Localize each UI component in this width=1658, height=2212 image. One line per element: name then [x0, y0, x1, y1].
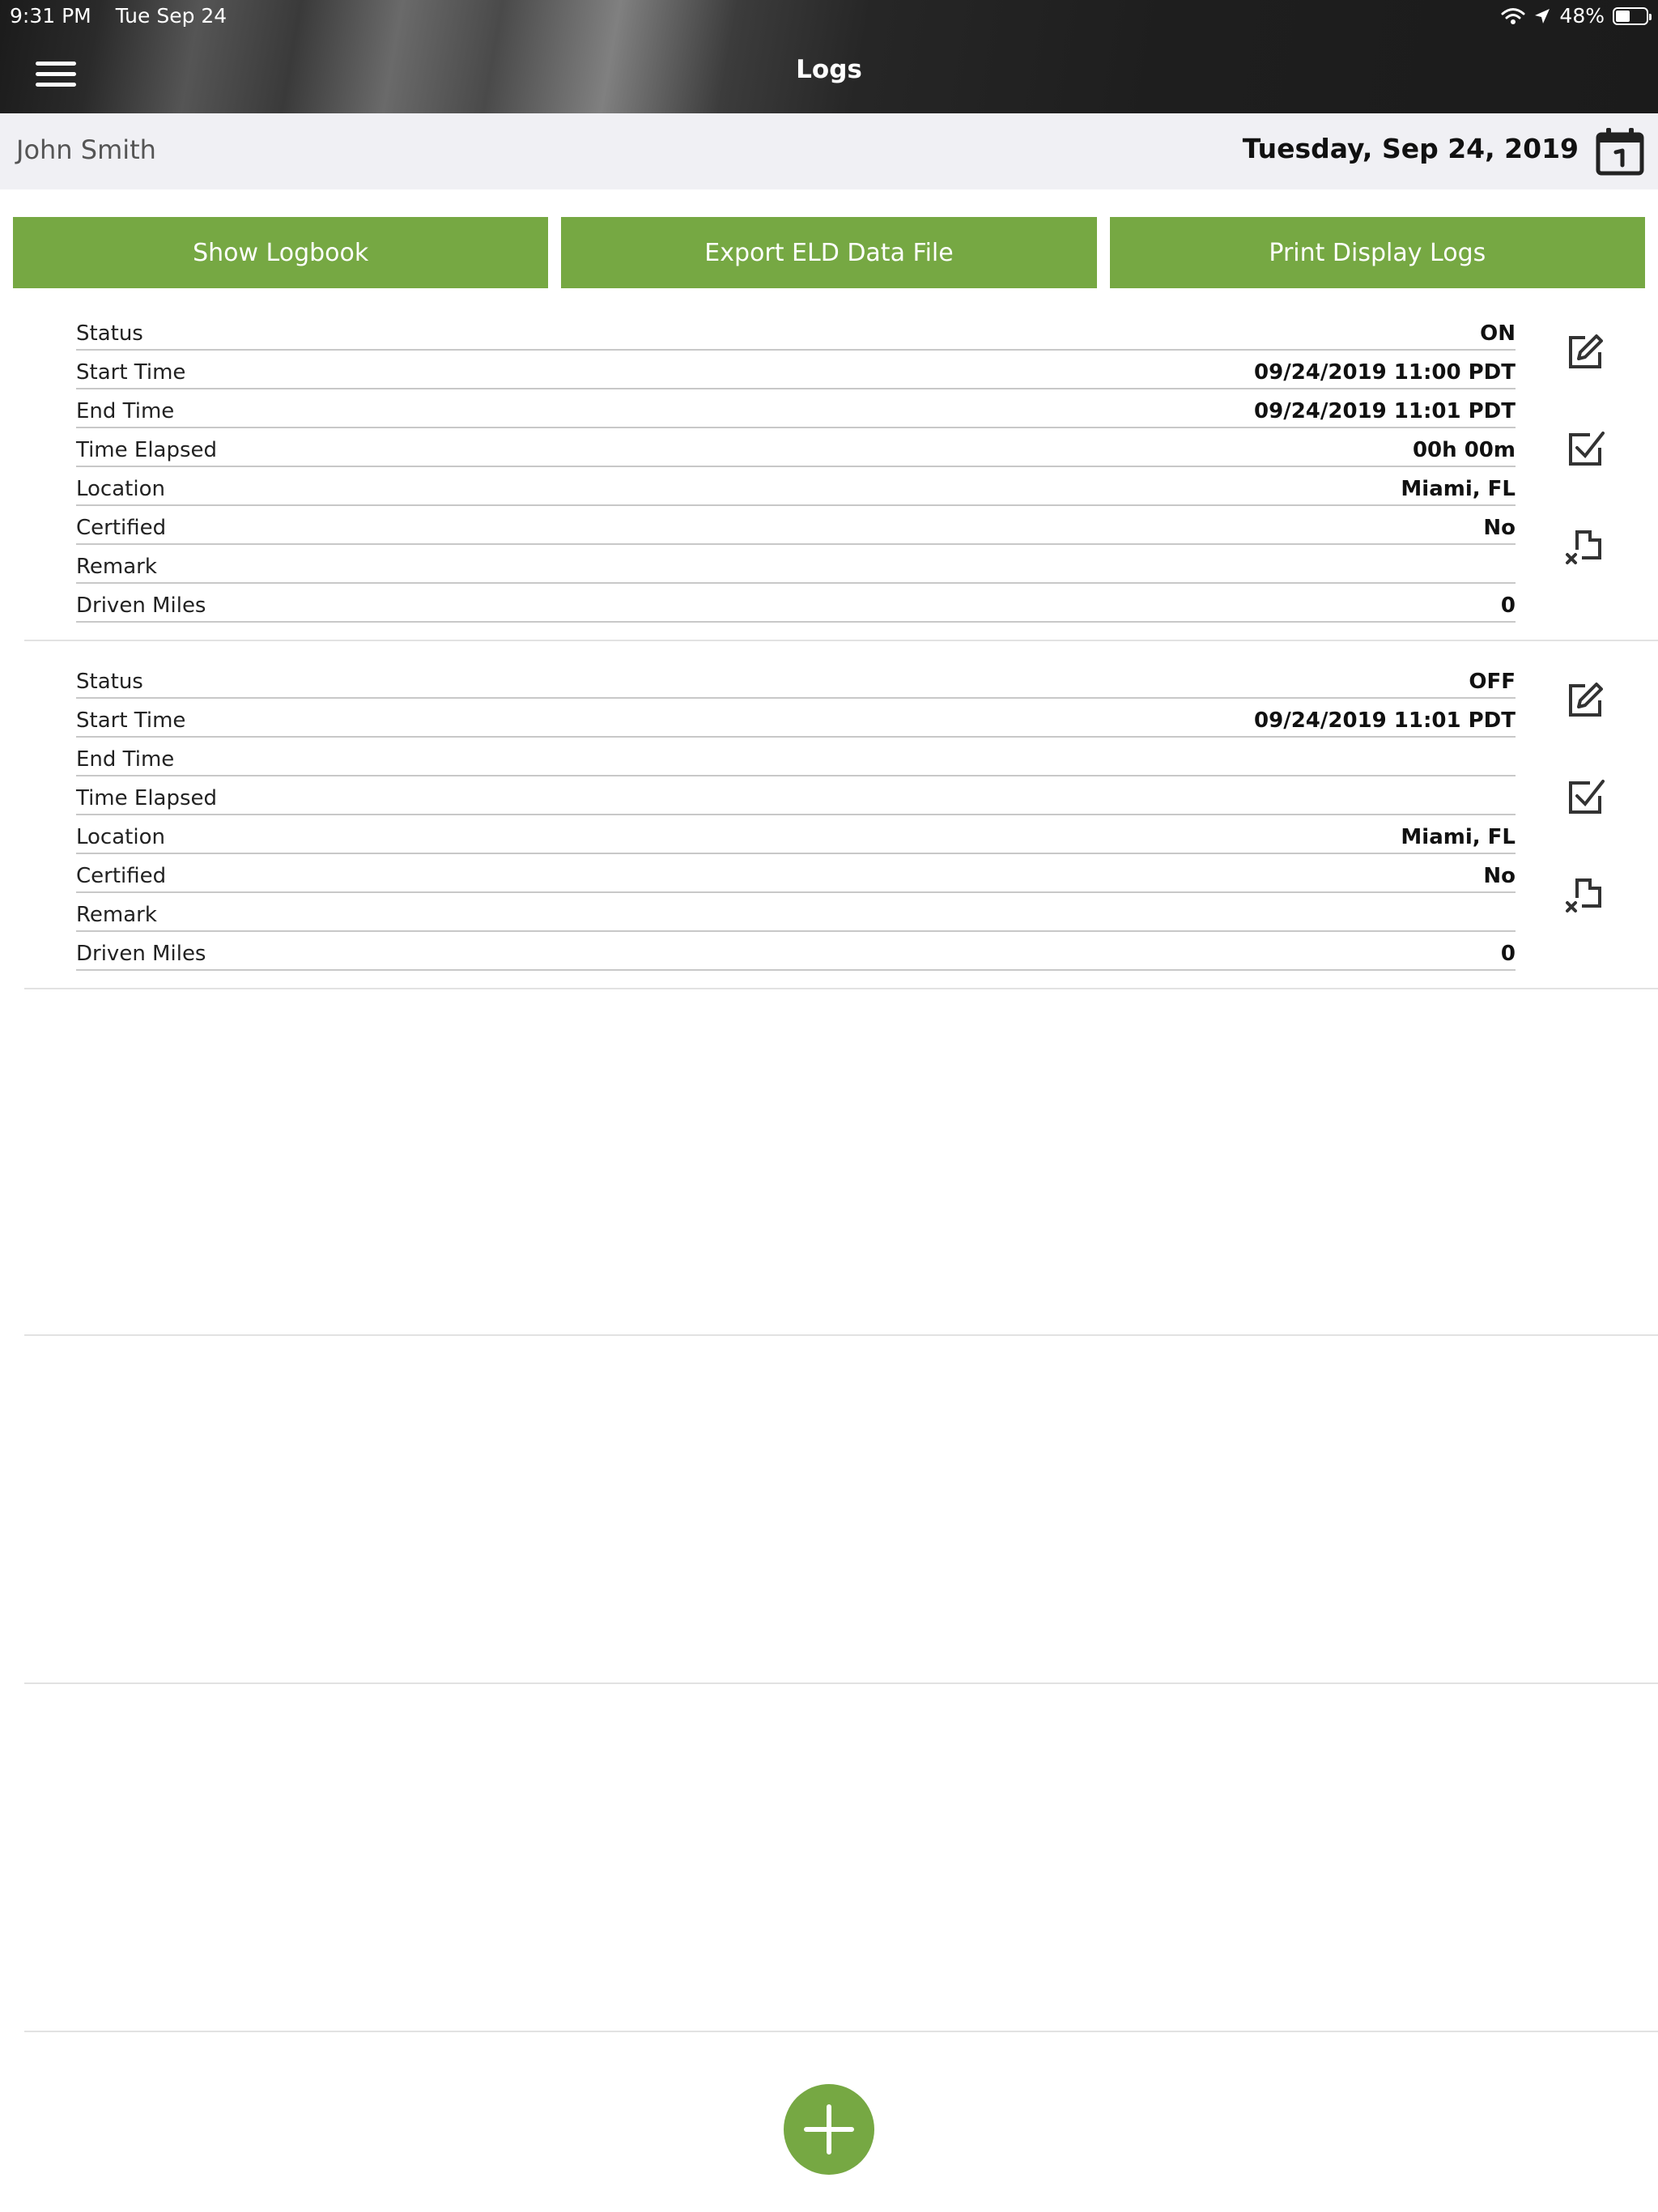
log-field-time-elapsed: Time Elapsed: [76, 776, 1516, 815]
log-field-end-time: End Time: [76, 738, 1516, 776]
split-log-icon[interactable]: [1561, 522, 1609, 571]
print-logs-button[interactable]: Print Display Logs: [1109, 217, 1645, 288]
split-log-icon[interactable]: [1561, 870, 1609, 919]
log-field-status: Status OFF: [76, 660, 1516, 699]
certify-check-icon[interactable]: [1561, 425, 1609, 474]
wifi-icon: [1501, 7, 1525, 24]
selected-date: Tuesday, Sep 24, 2019: [1242, 133, 1579, 164]
log-field-location: Location Miami, FL: [76, 467, 1516, 506]
log-status-value: ON: [1480, 321, 1516, 346]
log-field-status: Status ON: [76, 312, 1516, 351]
driver-name: John Smith: [16, 134, 156, 165]
certify-check-icon[interactable]: [1561, 773, 1609, 822]
add-log-button[interactable]: [784, 2084, 874, 2175]
calendar-icon[interactable]: [1595, 126, 1645, 177]
empty-row-divider: [24, 1682, 1658, 1684]
log-field-driven-miles: Driven Miles 0: [76, 932, 1516, 971]
status-bar-left: 9:31 PM Tue Sep 24: [10, 4, 244, 28]
plus-icon: [804, 2104, 854, 2155]
empty-row-divider: [24, 1334, 1658, 1336]
log-field-start-time: Start Time 09/24/2019 11:01 PDT: [76, 699, 1516, 738]
show-logbook-button[interactable]: Show Logbook: [13, 217, 549, 288]
log-entry: Status ON Start Time 09/24/2019 11:00 PDT …: [24, 291, 1658, 641]
log-field-remark: Remark: [76, 893, 1516, 932]
log-status-value: OFF: [1469, 670, 1516, 694]
edit-icon[interactable]: [1561, 676, 1609, 725]
status-time: 9:31 PM: [10, 4, 91, 28]
empty-row-divider: [24, 2031, 1658, 2032]
log-field-driven-miles: Driven Miles 0: [76, 584, 1516, 623]
log-field-remark: Remark: [76, 545, 1516, 584]
battery-percent: 48%: [1559, 4, 1605, 28]
status-date: Tue Sep 24: [115, 4, 227, 28]
location-arrow-icon: [1535, 8, 1550, 23]
log-field-time-elapsed: Time Elapsed 00h 00m: [76, 428, 1516, 467]
log-entry: Status OFF Start Time 09/24/2019 11:01 PDT…: [24, 640, 1658, 989]
log-field-certified: Certified No: [76, 506, 1516, 545]
log-field-start-time: Start Time 09/24/2019 11:00 PDT: [76, 351, 1516, 389]
edit-icon[interactable]: [1561, 328, 1609, 376]
battery-icon: [1613, 6, 1652, 25]
export-eld-button[interactable]: Export ELD Data File: [561, 217, 1097, 288]
status-bar-right: 48%: [1501, 4, 1652, 28]
log-field-end-time: End Time 09/24/2019 11:01 PDT: [76, 389, 1516, 428]
battery-level: [1616, 10, 1630, 22]
page-title: Logs: [796, 55, 862, 84]
app-header: 9:31 PM Tue Sep 24 48% Logs: [0, 0, 1658, 113]
driver-date-bar: John Smith Tuesday, Sep 24, 2019: [0, 113, 1658, 189]
log-field-location: Location Miami, FL: [76, 815, 1516, 854]
log-field-certified: Certified No: [76, 854, 1516, 893]
action-button-row: Show Logbook Export ELD Data File Print …: [13, 217, 1645, 288]
